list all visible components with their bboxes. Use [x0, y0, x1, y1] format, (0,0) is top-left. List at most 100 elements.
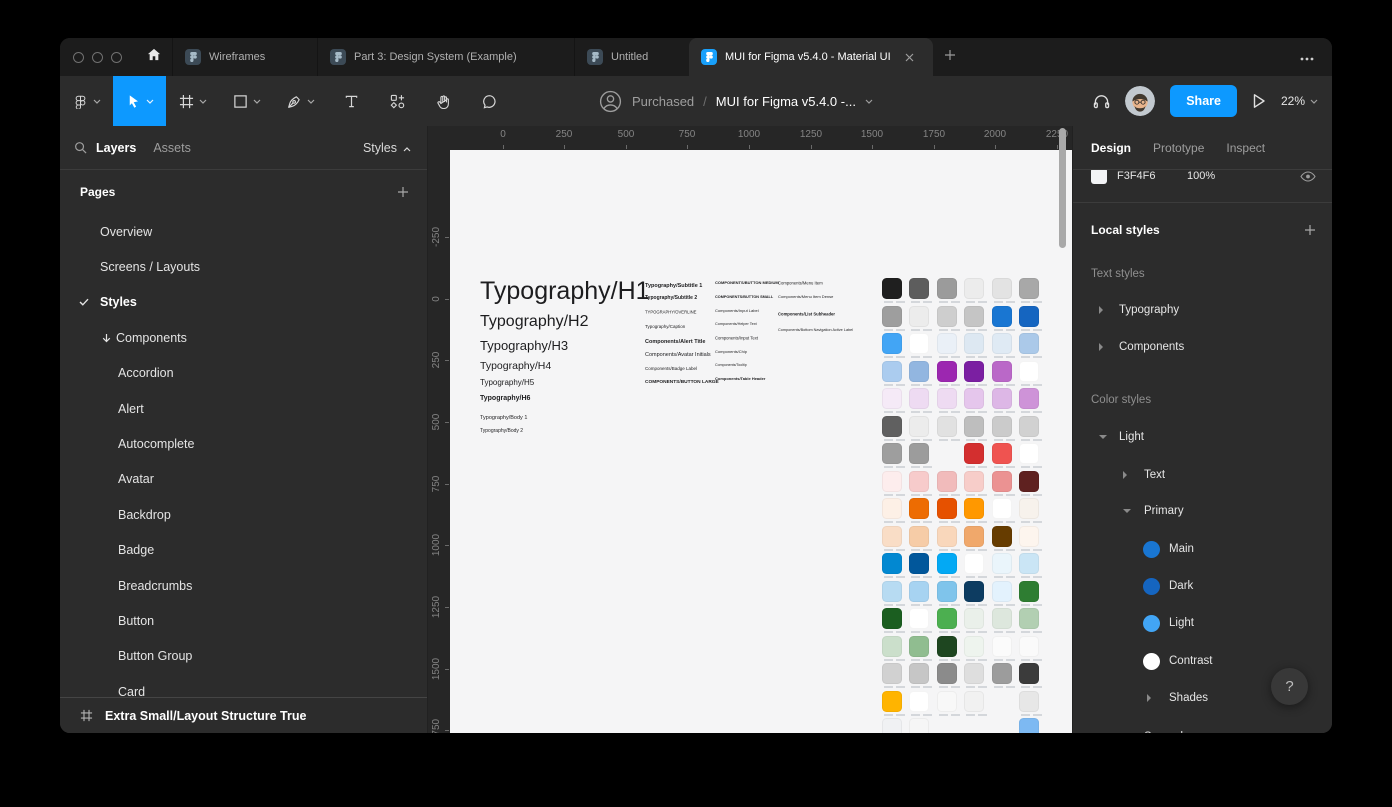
color-palette-swatch[interactable]: [991, 498, 1012, 523]
color-palette-swatch[interactable]: [909, 305, 930, 331]
shape-tool[interactable]: [220, 76, 274, 126]
color-palette-swatch[interactable]: [882, 525, 902, 551]
eye-icon[interactable]: [1300, 170, 1316, 182]
file-tab[interactable]: Part 3: Design System (Example): [317, 38, 574, 76]
color-palette-swatch[interactable]: [1019, 690, 1039, 716]
style-tree-item[interactable]: Text: [1073, 463, 1332, 487]
close-tab-button[interactable]: [905, 53, 914, 62]
color-palette-swatch[interactable]: [964, 415, 985, 441]
color-palette-swatch[interactable]: [991, 415, 1012, 441]
color-palette-swatch[interactable]: [936, 498, 957, 523]
color-palette-swatch[interactable]: [882, 443, 902, 468]
present-button[interactable]: [1252, 93, 1266, 109]
color-palette-swatch[interactable]: [882, 718, 902, 733]
home-button[interactable]: [136, 38, 172, 76]
color-palette-swatch[interactable]: [1019, 580, 1039, 606]
color-palette-swatch[interactable]: [909, 498, 930, 523]
color-palette-swatch[interactable]: [882, 690, 902, 716]
color-palette-swatch[interactable]: [964, 498, 985, 523]
color-palette-swatch[interactable]: [991, 305, 1012, 331]
new-tab-button[interactable]: [933, 38, 967, 76]
style-tree-item[interactable]: Components: [1073, 335, 1332, 359]
color-palette-swatch[interactable]: [936, 470, 957, 496]
color-palette-swatch[interactable]: [964, 443, 985, 468]
sidebar-page-item[interactable]: Card: [60, 674, 427, 697]
color-palette-swatch[interactable]: [964, 305, 985, 331]
main-menu[interactable]: [60, 76, 113, 126]
color-palette-swatch[interactable]: [936, 580, 957, 606]
color-palette-swatch[interactable]: [936, 360, 957, 386]
color-palette-swatch[interactable]: [882, 498, 902, 523]
color-palette-swatch[interactable]: [909, 388, 930, 413]
sidebar-page-item[interactable]: Breadcrumbs: [60, 568, 427, 603]
color-palette-swatch[interactable]: [1019, 360, 1039, 386]
disclosure-closed-icon[interactable]: [1099, 306, 1103, 314]
zoom-control[interactable]: 22%: [1281, 94, 1318, 108]
color-palette-swatch[interactable]: [909, 278, 930, 303]
sidebar-page-item[interactable]: Autocomplete: [60, 426, 427, 461]
color-palette-swatch[interactable]: [964, 360, 985, 386]
color-palette-swatch[interactable]: [936, 415, 957, 441]
sidebar-page-item[interactable]: Accordion: [60, 356, 427, 391]
color-palette-swatch[interactable]: [964, 635, 985, 661]
color-palette-swatch[interactable]: [909, 333, 930, 358]
color-palette-swatch[interactable]: [882, 635, 902, 661]
color-palette-swatch[interactable]: [991, 278, 1012, 303]
disclosure-open-icon[interactable]: [1099, 435, 1107, 439]
minimize-button[interactable]: [92, 51, 103, 63]
sidebar-page-item[interactable]: Styles: [60, 285, 427, 320]
color-palette-swatch[interactable]: [909, 635, 930, 661]
color-palette-swatch[interactable]: [964, 690, 985, 716]
tabbar-overflow-button[interactable]: [1300, 38, 1332, 76]
color-palette-swatch[interactable]: [909, 525, 930, 551]
style-tree-item[interactable]: Light: [1073, 425, 1332, 449]
sidebar-page-item[interactable]: Components: [60, 320, 427, 355]
color-palette-swatch[interactable]: [991, 360, 1012, 386]
color-palette-swatch[interactable]: [964, 333, 985, 358]
sidebar-page-item[interactable]: Alert: [60, 391, 427, 426]
color-palette-swatch[interactable]: [909, 415, 930, 441]
tab-assets[interactable]: Assets: [153, 141, 191, 155]
color-palette-swatch[interactable]: [991, 608, 1012, 633]
move-tool[interactable]: [113, 76, 166, 126]
color-palette-swatch[interactable]: [882, 415, 902, 441]
color-palette-swatch[interactable]: [991, 333, 1012, 358]
color-palette-swatch[interactable]: [882, 360, 902, 386]
share-button[interactable]: Share: [1170, 85, 1237, 117]
sidebar-page-item[interactable]: Overview: [60, 214, 427, 249]
style-tree-item[interactable]: Main: [1073, 537, 1332, 561]
color-palette-swatch[interactable]: [964, 553, 985, 578]
color-palette-swatch[interactable]: [936, 635, 957, 661]
color-palette-swatch[interactable]: [1019, 333, 1039, 358]
color-palette-swatch[interactable]: [909, 663, 930, 688]
color-palette-swatch[interactable]: [936, 305, 957, 331]
color-palette-swatch[interactable]: [991, 663, 1012, 688]
breadcrumb[interactable]: Purchased / MUI for Figma v5.4.0 -...: [598, 76, 873, 126]
color-palette-swatch[interactable]: [1019, 525, 1039, 551]
color-palette-swatch[interactable]: [991, 635, 1012, 661]
disclosure-closed-icon[interactable]: [1099, 343, 1103, 351]
color-palette-swatch[interactable]: [991, 470, 1012, 496]
color-palette-swatch[interactable]: [882, 333, 902, 358]
color-palette-swatch[interactable]: [991, 443, 1012, 468]
color-palette-swatch[interactable]: [936, 690, 957, 716]
color-palette-swatch[interactable]: [964, 278, 985, 303]
disclosure-open-icon[interactable]: [1123, 509, 1131, 513]
hand-tool[interactable]: [420, 76, 466, 126]
color-palette-swatch[interactable]: [882, 305, 902, 331]
color-palette-swatch[interactable]: [909, 580, 930, 606]
color-palette-swatch[interactable]: [964, 470, 985, 496]
color-palette-swatch[interactable]: [1019, 443, 1039, 468]
artboard[interactable]: Typography/H1 Typography/H2 Typography/H3 T…: [450, 150, 1072, 733]
color-palette-swatch[interactable]: [909, 718, 930, 733]
color-palette-swatch[interactable]: [882, 663, 902, 688]
sidebar-page-item[interactable]: Screens / Layouts: [60, 249, 427, 284]
style-tree-item[interactable]: Primary: [1073, 499, 1332, 523]
tab-prototype[interactable]: Prototype: [1153, 141, 1204, 155]
color-palette-swatch[interactable]: [909, 443, 930, 468]
sidebar-page-item[interactable]: Backdrop: [60, 497, 427, 532]
color-palette-swatch[interactable]: [882, 470, 902, 496]
color-palette-swatch[interactable]: [1019, 663, 1039, 688]
tab-design[interactable]: Design: [1091, 141, 1131, 155]
file-title[interactable]: MUI for Figma v5.4.0 -...: [716, 94, 856, 109]
